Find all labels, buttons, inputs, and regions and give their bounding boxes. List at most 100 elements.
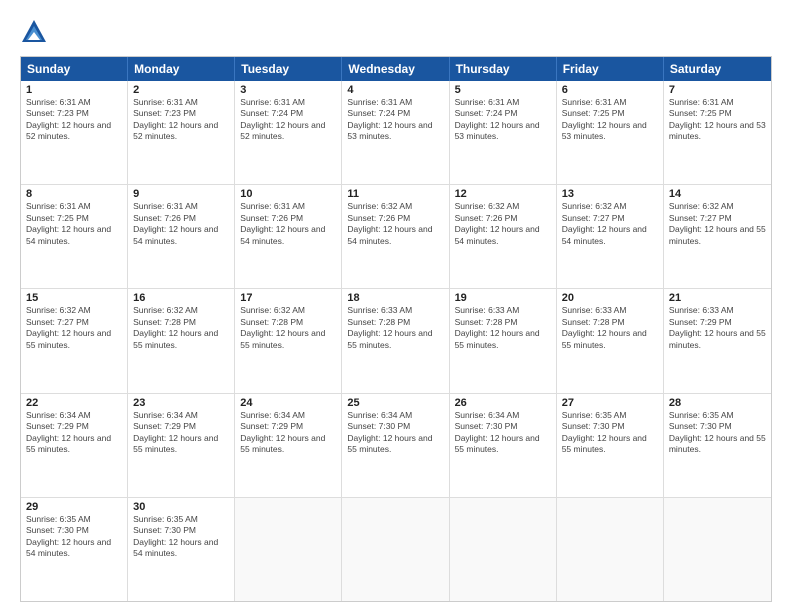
cell-info: Sunrise: 6:31 AMSunset: 7:23 PMDaylight:… bbox=[26, 97, 122, 143]
cal-header-cell: Wednesday bbox=[342, 57, 449, 81]
cell-info: Sunrise: 6:35 AMSunset: 7:30 PMDaylight:… bbox=[133, 514, 229, 560]
calendar-body: 1Sunrise: 6:31 AMSunset: 7:23 PMDaylight… bbox=[21, 81, 771, 601]
cell-info: Sunrise: 6:31 AMSunset: 7:24 PMDaylight:… bbox=[455, 97, 551, 143]
calendar-cell: 12Sunrise: 6:32 AMSunset: 7:26 PMDayligh… bbox=[450, 185, 557, 288]
cell-info: Sunrise: 6:35 AMSunset: 7:30 PMDaylight:… bbox=[26, 514, 122, 560]
day-number: 15 bbox=[26, 292, 122, 304]
day-number: 24 bbox=[240, 397, 336, 409]
cal-header-cell: Monday bbox=[128, 57, 235, 81]
day-number: 14 bbox=[669, 188, 766, 200]
day-number: 13 bbox=[562, 188, 658, 200]
day-number: 28 bbox=[669, 397, 766, 409]
calendar-cell bbox=[342, 498, 449, 601]
day-number: 10 bbox=[240, 188, 336, 200]
calendar-cell bbox=[450, 498, 557, 601]
day-number: 6 bbox=[562, 84, 658, 96]
calendar-cell: 22Sunrise: 6:34 AMSunset: 7:29 PMDayligh… bbox=[21, 394, 128, 497]
cell-info: Sunrise: 6:32 AMSunset: 7:26 PMDaylight:… bbox=[455, 201, 551, 247]
day-number: 22 bbox=[26, 397, 122, 409]
day-number: 7 bbox=[669, 84, 766, 96]
cell-info: Sunrise: 6:32 AMSunset: 7:28 PMDaylight:… bbox=[240, 305, 336, 351]
calendar-cell: 11Sunrise: 6:32 AMSunset: 7:26 PMDayligh… bbox=[342, 185, 449, 288]
calendar-cell bbox=[664, 498, 771, 601]
cal-header-cell: Tuesday bbox=[235, 57, 342, 81]
cell-info: Sunrise: 6:33 AMSunset: 7:29 PMDaylight:… bbox=[669, 305, 766, 351]
cell-info: Sunrise: 6:33 AMSunset: 7:28 PMDaylight:… bbox=[347, 305, 443, 351]
day-number: 4 bbox=[347, 84, 443, 96]
cell-info: Sunrise: 6:32 AMSunset: 7:28 PMDaylight:… bbox=[133, 305, 229, 351]
calendar: SundayMondayTuesdayWednesdayThursdayFrid… bbox=[20, 56, 772, 602]
cell-info: Sunrise: 6:35 AMSunset: 7:30 PMDaylight:… bbox=[562, 410, 658, 456]
cell-info: Sunrise: 6:34 AMSunset: 7:29 PMDaylight:… bbox=[26, 410, 122, 456]
calendar-cell: 7Sunrise: 6:31 AMSunset: 7:25 PMDaylight… bbox=[664, 81, 771, 184]
calendar-cell: 4Sunrise: 6:31 AMSunset: 7:24 PMDaylight… bbox=[342, 81, 449, 184]
calendar-cell: 5Sunrise: 6:31 AMSunset: 7:24 PMDaylight… bbox=[450, 81, 557, 184]
calendar-cell: 29Sunrise: 6:35 AMSunset: 7:30 PMDayligh… bbox=[21, 498, 128, 601]
cal-header-cell: Thursday bbox=[450, 57, 557, 81]
cell-info: Sunrise: 6:31 AMSunset: 7:25 PMDaylight:… bbox=[562, 97, 658, 143]
day-number: 9 bbox=[133, 188, 229, 200]
calendar-cell: 21Sunrise: 6:33 AMSunset: 7:29 PMDayligh… bbox=[664, 289, 771, 392]
calendar-row: 29Sunrise: 6:35 AMSunset: 7:30 PMDayligh… bbox=[21, 497, 771, 601]
calendar-cell: 13Sunrise: 6:32 AMSunset: 7:27 PMDayligh… bbox=[557, 185, 664, 288]
day-number: 19 bbox=[455, 292, 551, 304]
calendar-cell: 23Sunrise: 6:34 AMSunset: 7:29 PMDayligh… bbox=[128, 394, 235, 497]
calendar-row: 8Sunrise: 6:31 AMSunset: 7:25 PMDaylight… bbox=[21, 184, 771, 288]
cell-info: Sunrise: 6:35 AMSunset: 7:30 PMDaylight:… bbox=[669, 410, 766, 456]
day-number: 20 bbox=[562, 292, 658, 304]
calendar-cell: 28Sunrise: 6:35 AMSunset: 7:30 PMDayligh… bbox=[664, 394, 771, 497]
day-number: 21 bbox=[669, 292, 766, 304]
day-number: 8 bbox=[26, 188, 122, 200]
calendar-cell: 20Sunrise: 6:33 AMSunset: 7:28 PMDayligh… bbox=[557, 289, 664, 392]
logo bbox=[20, 18, 52, 46]
cell-info: Sunrise: 6:31 AMSunset: 7:25 PMDaylight:… bbox=[669, 97, 766, 143]
cell-info: Sunrise: 6:32 AMSunset: 7:27 PMDaylight:… bbox=[669, 201, 766, 247]
calendar-cell: 6Sunrise: 6:31 AMSunset: 7:25 PMDaylight… bbox=[557, 81, 664, 184]
calendar-cell: 14Sunrise: 6:32 AMSunset: 7:27 PMDayligh… bbox=[664, 185, 771, 288]
day-number: 18 bbox=[347, 292, 443, 304]
cell-info: Sunrise: 6:31 AMSunset: 7:23 PMDaylight:… bbox=[133, 97, 229, 143]
cell-info: Sunrise: 6:32 AMSunset: 7:27 PMDaylight:… bbox=[562, 201, 658, 247]
logo-icon bbox=[20, 18, 48, 46]
day-number: 30 bbox=[133, 501, 229, 513]
cal-header-cell: Saturday bbox=[664, 57, 771, 81]
calendar-cell: 27Sunrise: 6:35 AMSunset: 7:30 PMDayligh… bbox=[557, 394, 664, 497]
calendar-row: 22Sunrise: 6:34 AMSunset: 7:29 PMDayligh… bbox=[21, 393, 771, 497]
calendar-cell bbox=[235, 498, 342, 601]
page: SundayMondayTuesdayWednesdayThursdayFrid… bbox=[0, 0, 792, 612]
day-number: 29 bbox=[26, 501, 122, 513]
calendar-header: SundayMondayTuesdayWednesdayThursdayFrid… bbox=[21, 57, 771, 81]
cell-info: Sunrise: 6:34 AMSunset: 7:29 PMDaylight:… bbox=[240, 410, 336, 456]
calendar-cell: 2Sunrise: 6:31 AMSunset: 7:23 PMDaylight… bbox=[128, 81, 235, 184]
cell-info: Sunrise: 6:31 AMSunset: 7:25 PMDaylight:… bbox=[26, 201, 122, 247]
calendar-cell: 24Sunrise: 6:34 AMSunset: 7:29 PMDayligh… bbox=[235, 394, 342, 497]
calendar-row: 15Sunrise: 6:32 AMSunset: 7:27 PMDayligh… bbox=[21, 288, 771, 392]
day-number: 27 bbox=[562, 397, 658, 409]
calendar-cell: 10Sunrise: 6:31 AMSunset: 7:26 PMDayligh… bbox=[235, 185, 342, 288]
cell-info: Sunrise: 6:31 AMSunset: 7:26 PMDaylight:… bbox=[133, 201, 229, 247]
cell-info: Sunrise: 6:34 AMSunset: 7:30 PMDaylight:… bbox=[455, 410, 551, 456]
calendar-cell: 26Sunrise: 6:34 AMSunset: 7:30 PMDayligh… bbox=[450, 394, 557, 497]
cell-info: Sunrise: 6:31 AMSunset: 7:24 PMDaylight:… bbox=[347, 97, 443, 143]
calendar-cell: 3Sunrise: 6:31 AMSunset: 7:24 PMDaylight… bbox=[235, 81, 342, 184]
calendar-row: 1Sunrise: 6:31 AMSunset: 7:23 PMDaylight… bbox=[21, 81, 771, 184]
calendar-cell: 15Sunrise: 6:32 AMSunset: 7:27 PMDayligh… bbox=[21, 289, 128, 392]
header bbox=[20, 18, 772, 46]
cell-info: Sunrise: 6:31 AMSunset: 7:26 PMDaylight:… bbox=[240, 201, 336, 247]
calendar-cell: 19Sunrise: 6:33 AMSunset: 7:28 PMDayligh… bbox=[450, 289, 557, 392]
day-number: 16 bbox=[133, 292, 229, 304]
calendar-cell: 17Sunrise: 6:32 AMSunset: 7:28 PMDayligh… bbox=[235, 289, 342, 392]
calendar-cell bbox=[557, 498, 664, 601]
cell-info: Sunrise: 6:34 AMSunset: 7:30 PMDaylight:… bbox=[347, 410, 443, 456]
day-number: 3 bbox=[240, 84, 336, 96]
day-number: 17 bbox=[240, 292, 336, 304]
day-number: 1 bbox=[26, 84, 122, 96]
cell-info: Sunrise: 6:34 AMSunset: 7:29 PMDaylight:… bbox=[133, 410, 229, 456]
cell-info: Sunrise: 6:32 AMSunset: 7:27 PMDaylight:… bbox=[26, 305, 122, 351]
cell-info: Sunrise: 6:32 AMSunset: 7:26 PMDaylight:… bbox=[347, 201, 443, 247]
cell-info: Sunrise: 6:31 AMSunset: 7:24 PMDaylight:… bbox=[240, 97, 336, 143]
day-number: 26 bbox=[455, 397, 551, 409]
calendar-cell: 18Sunrise: 6:33 AMSunset: 7:28 PMDayligh… bbox=[342, 289, 449, 392]
calendar-cell: 16Sunrise: 6:32 AMSunset: 7:28 PMDayligh… bbox=[128, 289, 235, 392]
day-number: 25 bbox=[347, 397, 443, 409]
